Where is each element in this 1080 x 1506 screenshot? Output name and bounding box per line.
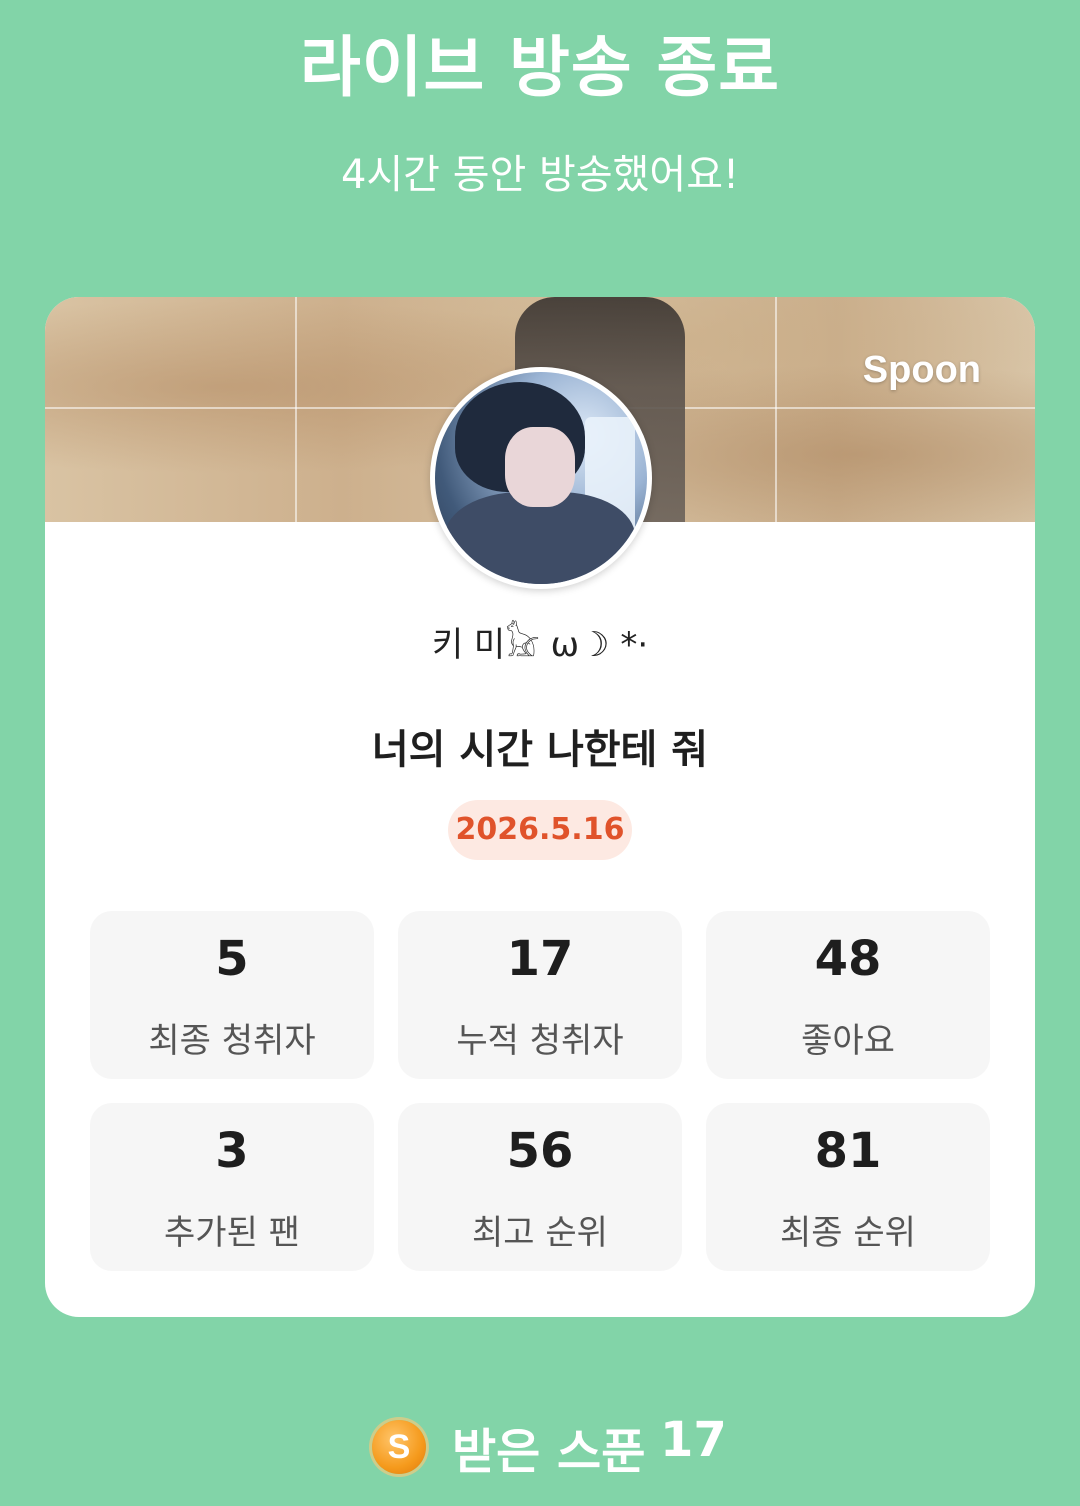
stat-value: 3 <box>215 1123 249 1179</box>
banner-tile-line <box>295 297 297 522</box>
stat-likes: 48 좋아요 <box>706 911 990 1079</box>
avatar-image <box>435 372 647 584</box>
stat-final-listeners: 5 최종 청취자 <box>90 911 374 1079</box>
avatar-face-shape <box>505 427 575 507</box>
stat-total-listeners: 17 누적 청취자 <box>398 911 682 1079</box>
live-summary-card: Spoon 키 미𓃠 ω☽ *· 너의 시간 나한테 줘 2026.5.16 5… <box>45 297 1035 1317</box>
stat-label: 최고 순위 <box>472 1213 608 1253</box>
stat-label: 최종 청취자 <box>148 1021 316 1061</box>
stat-new-fans: 3 추가된 팬 <box>90 1103 374 1271</box>
received-spoons-row: S 받은 스푼 17 <box>0 1410 1080 1482</box>
host-nickname: 키 미𓃠 ω☽ *· <box>431 625 649 665</box>
received-spoons-count: 17 <box>660 1412 727 1468</box>
stat-label: 좋아요 <box>801 1021 895 1061</box>
stat-value: 48 <box>814 931 882 987</box>
banner-tile-line <box>775 297 777 522</box>
stat-best-rank: 56 최고 순위 <box>398 1103 682 1271</box>
stat-value: 56 <box>506 1123 574 1179</box>
stat-label: 최종 순위 <box>780 1213 916 1253</box>
live-date-badge: 2026.5.16 <box>448 800 632 860</box>
stat-value: 5 <box>215 931 249 987</box>
stat-label: 추가된 팬 <box>164 1213 300 1253</box>
stat-value: 81 <box>814 1123 882 1179</box>
live-title: 너의 시간 나한테 줘 <box>371 727 709 773</box>
received-spoons-label: 받은 스푼 <box>452 1424 646 1480</box>
spoon-logo: Spoon <box>862 349 981 391</box>
page-title: 라이브 방송 종료 <box>300 29 780 106</box>
broadcast-duration-text: 4시간 동안 방송했어요! <box>340 152 740 198</box>
stat-value: 17 <box>506 931 574 987</box>
avatar[interactable] <box>430 367 652 589</box>
spoon-coin-icon: S <box>372 1420 426 1474</box>
stat-final-rank: 81 최종 순위 <box>706 1103 990 1271</box>
stat-label: 누적 청취자 <box>456 1021 624 1061</box>
